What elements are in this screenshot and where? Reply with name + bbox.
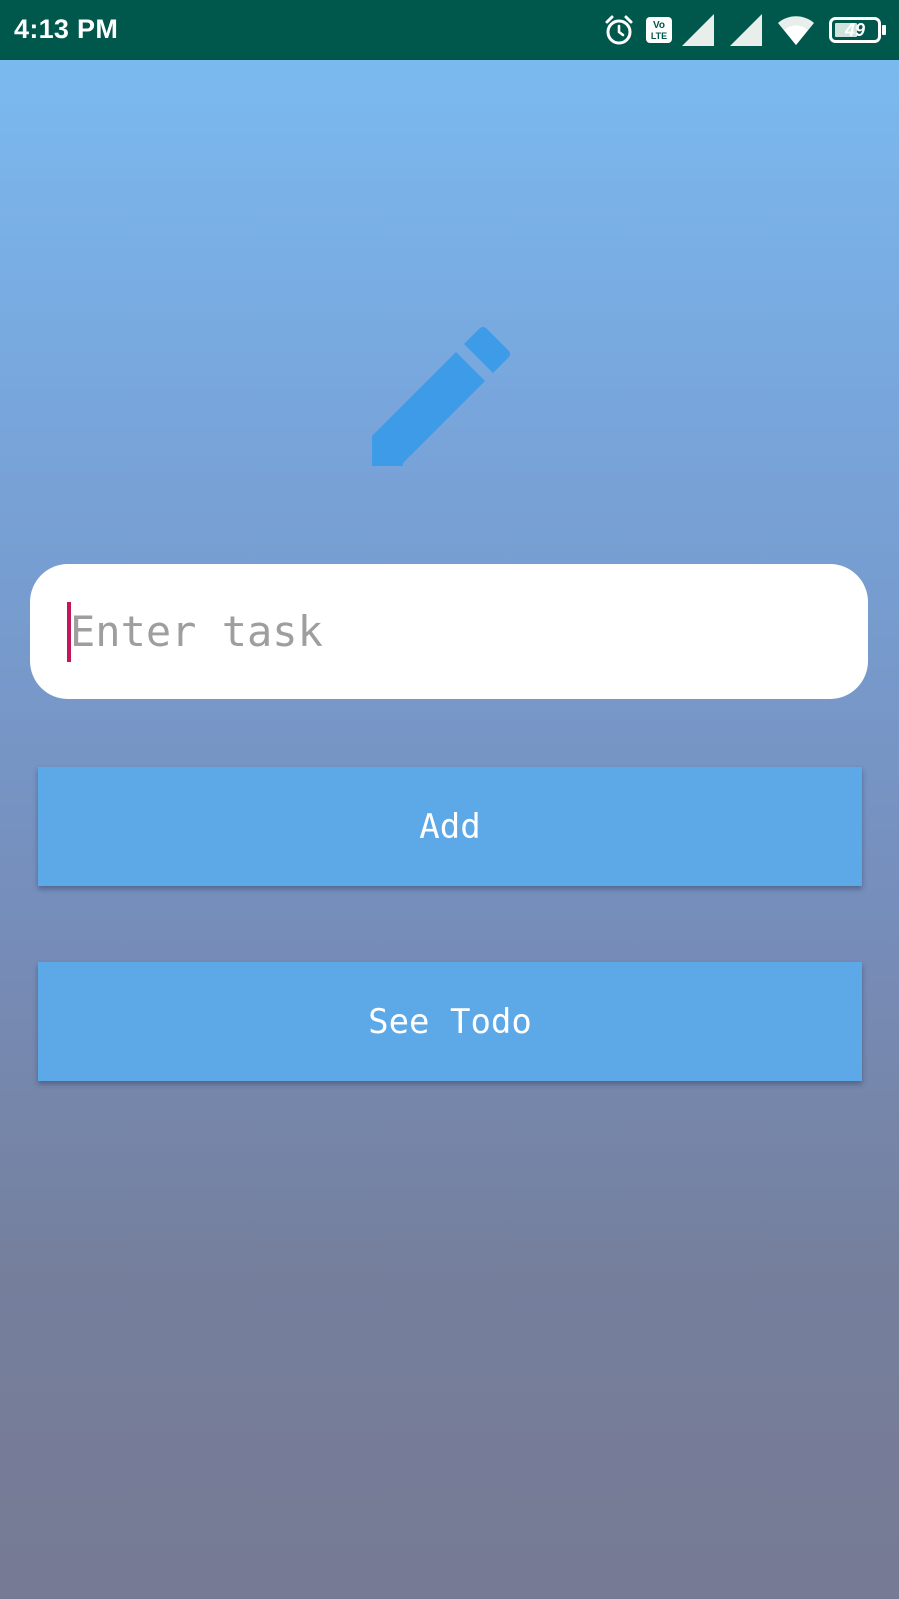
battery-icon: 49 — [829, 17, 887, 43]
task-input[interactable] — [68, 600, 830, 662]
see-todo-button[interactable]: See Todo — [38, 962, 862, 1081]
pencil-icon — [372, 326, 512, 466]
status-bar: 4:13 PM Vo LTE 49 — [0, 0, 899, 60]
text-cursor — [67, 602, 71, 662]
add-button[interactable]: Add — [38, 767, 862, 886]
task-input-container — [30, 564, 868, 699]
battery-level: 49 — [844, 20, 866, 40]
wifi-icon — [777, 14, 815, 46]
svg-text:LTE: LTE — [651, 31, 667, 41]
status-icons: Vo LTE 49 — [603, 10, 887, 50]
alarm-icon — [603, 14, 635, 46]
volte-icon: Vo LTE — [645, 16, 673, 44]
signal-icon — [681, 13, 715, 47]
signal-icon — [729, 13, 763, 47]
svg-text:Vo: Vo — [653, 20, 665, 31]
status-time: 4:13 PM — [14, 14, 119, 44]
